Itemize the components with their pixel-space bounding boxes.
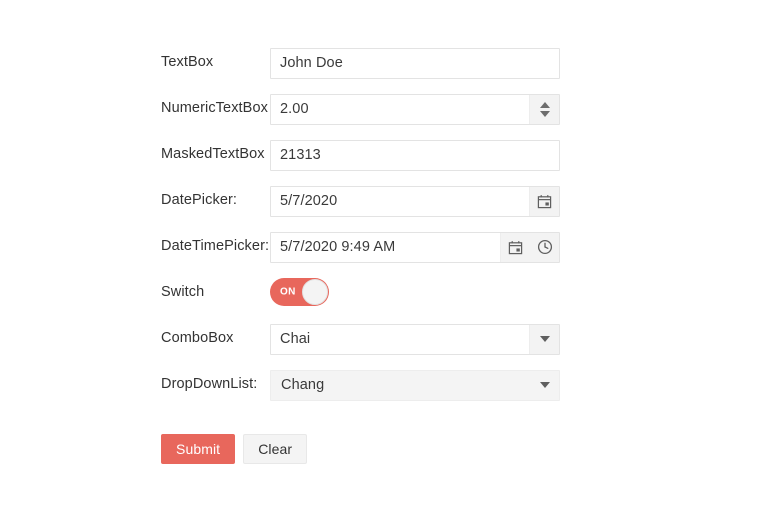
field-datepicker: 5/7/2020 (270, 185, 581, 217)
submit-button[interactable]: Submit (161, 434, 236, 464)
field-datetimepicker: 5/7/2020 9:49 AM (270, 231, 581, 263)
numerictextbox-input[interactable]: 2.00 (271, 95, 529, 124)
datetimepicker-input[interactable]: 5/7/2020 9:49 AM (271, 233, 500, 262)
datepicker-calendar-button[interactable] (529, 186, 559, 216)
form-row-combobox: ComboBox Chai (161, 316, 581, 362)
calendar-icon (537, 194, 552, 208)
datepicker-input-wrap[interactable]: 5/7/2020 (270, 185, 560, 217)
chevron-down-icon (539, 336, 550, 342)
form-row-dropdownlist: DropDownList: Chang (161, 362, 581, 408)
label-combobox: ComboBox (161, 330, 234, 347)
form-row-maskedtextbox: MaskedTextBox 21313 (161, 132, 581, 178)
page-root: TextBox John Doe NumericTextBox 2.00 Mas… (0, 0, 770, 524)
datetimepicker-input-wrap[interactable]: 5/7/2020 9:49 AM (270, 231, 560, 263)
field-numerictextbox: 2.00 (270, 93, 581, 125)
label-datepicker: DatePicker: (161, 192, 238, 209)
combobox-input-wrap[interactable]: Chai (270, 323, 560, 355)
datetimepicker-calendar-button[interactable] (501, 233, 530, 262)
calendar-icon (508, 240, 523, 254)
datetimepicker-clock-button[interactable] (530, 233, 559, 262)
triangle-down-icon[interactable] (539, 110, 550, 117)
form-row-datepicker: DatePicker: 5/7/2020 (161, 178, 581, 224)
maskedtextbox-input-wrap[interactable]: 21313 (270, 139, 560, 171)
datepicker-input[interactable]: 5/7/2020 (271, 187, 529, 216)
field-dropdownlist: Chang (270, 369, 581, 401)
label-dropdownlist: DropDownList: (161, 376, 258, 393)
field-maskedtextbox: 21313 (270, 139, 581, 171)
field-textbox: John Doe (270, 47, 581, 79)
label-switch: Switch (161, 284, 205, 301)
chevron-down-icon (539, 382, 550, 388)
triangle-up-icon[interactable] (539, 101, 550, 108)
label-textbox: TextBox (161, 54, 214, 71)
label-maskedtextbox: MaskedTextBox (161, 146, 265, 163)
label-datetimepicker: DateTimePicker: (161, 238, 270, 255)
spinner-group (539, 95, 550, 124)
form-row-numerictextbox: NumericTextBox 2.00 (161, 86, 581, 132)
form-row-textbox: TextBox John Doe (161, 40, 581, 86)
form-row-datetimepicker: DateTimePicker: 5/7/2020 9:49 AM (161, 224, 581, 270)
clear-button[interactable]: Clear (243, 434, 308, 464)
switch-toggle[interactable]: ON (270, 277, 329, 306)
switch-on-label: ON (280, 286, 296, 297)
form-actions: Submit Clear (161, 434, 581, 464)
field-combobox: Chai (270, 323, 581, 355)
clock-icon (537, 239, 552, 255)
textbox-input[interactable]: John Doe (271, 49, 559, 78)
dropdownlist-value: Chang (281, 377, 325, 393)
form-row-switch: Switch ON (161, 270, 581, 316)
combobox-input[interactable]: Chai (271, 325, 529, 354)
combobox-toggle-button[interactable] (529, 324, 559, 354)
textbox-input-wrap[interactable]: John Doe (270, 47, 560, 79)
maskedtextbox-input[interactable]: 21313 (271, 141, 559, 170)
dropdownlist-select[interactable]: Chang (270, 369, 560, 401)
dropdownlist-toggle-button[interactable] (530, 382, 559, 388)
numerictextbox-input-wrap[interactable]: 2.00 (270, 93, 560, 125)
switch-thumb[interactable] (302, 278, 328, 305)
numerictextbox-spinner[interactable] (529, 94, 559, 124)
component-form: TextBox John Doe NumericTextBox 2.00 Mas… (161, 40, 581, 464)
field-switch: ON (270, 277, 581, 309)
label-numerictextbox: NumericTextBox (161, 100, 268, 117)
datetimepicker-adorners (500, 232, 559, 262)
